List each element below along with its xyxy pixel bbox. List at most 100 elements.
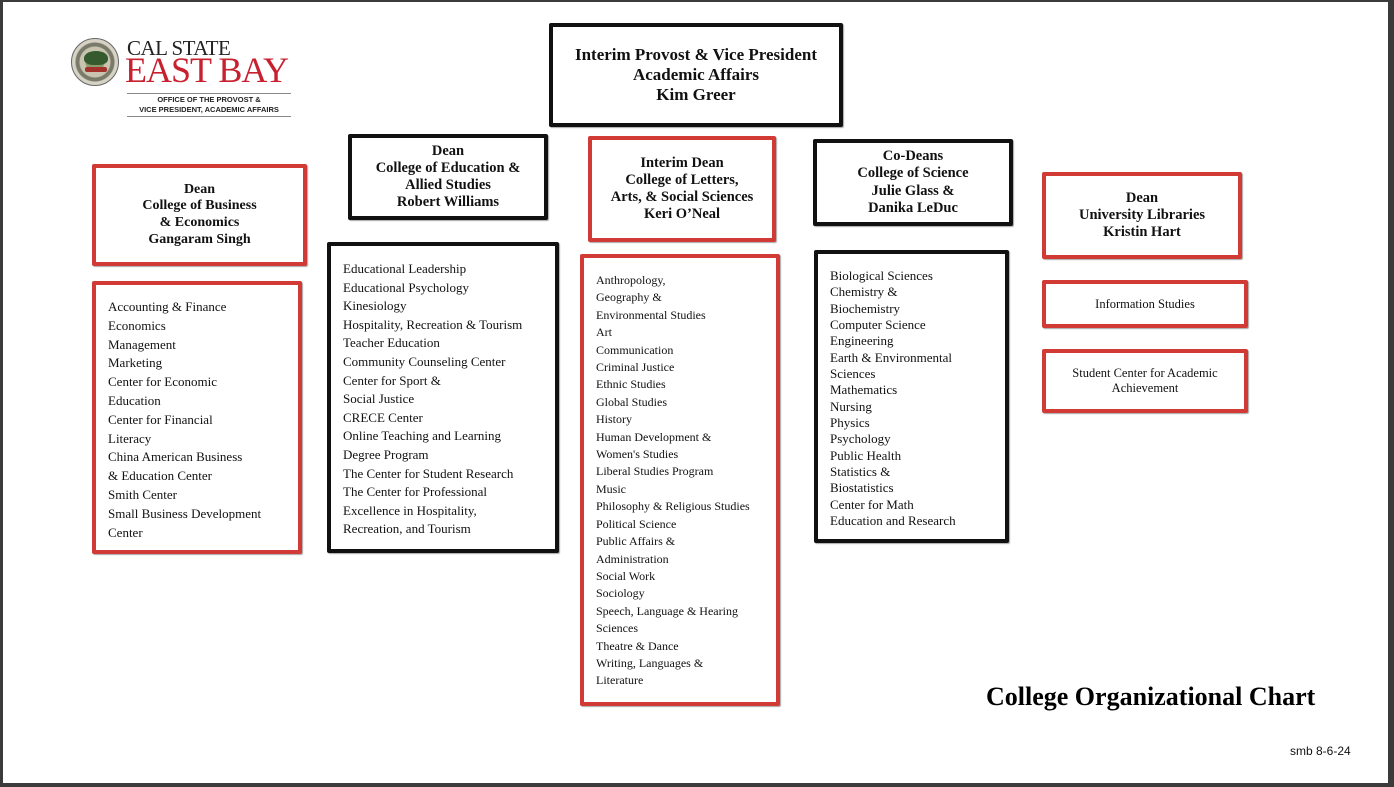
department-item: Writing, Languages &: [596, 655, 704, 670]
department-item: Social Justice: [343, 391, 415, 407]
department-item: Administration: [596, 551, 669, 566]
science-dean-title: Co-Deans: [882, 148, 944, 165]
department-item: Liberal Studies Program: [596, 464, 714, 479]
letters-college-name: College of Letters,: [625, 171, 739, 188]
university-seal-icon: [71, 38, 119, 86]
department-item: Degree Program: [343, 446, 429, 462]
department-item: Philosophy & Religious Studies: [596, 499, 750, 514]
department-item: Public Affairs &: [596, 534, 676, 549]
department-item: Recreation, and Tourism: [343, 521, 471, 537]
letters-dean-name: Keri O’Neal: [643, 206, 721, 223]
provost-office: Academic Affairs: [632, 64, 760, 84]
department-item: Earth & Environmental: [830, 349, 953, 365]
department-item: Center: [108, 524, 143, 540]
libraries-dean-name: Kristin Hart: [1103, 224, 1181, 241]
letters-departments-list: Anthropology, Geography & Environmental St…: [580, 254, 780, 706]
department-item: Communication: [596, 342, 674, 357]
science-college-name: College of Science: [857, 165, 969, 182]
education-dean-title: Dean: [431, 142, 465, 159]
provost-box: Interim Provost & Vice President Academi…: [549, 23, 843, 127]
department-item: Educational Leadership: [343, 261, 467, 276]
provost-title: Interim Provost & Vice President: [574, 44, 818, 64]
department-item: Speech, Language & Hearing: [596, 603, 738, 618]
department-item: Hospitality, Recreation & Tourism: [343, 316, 523, 332]
logo-office-text: OFFICE OF THE PROVOST & VICE PRESIDENT, …: [127, 95, 291, 115]
science-dean-name-2: Danika LeDuc: [868, 199, 958, 216]
business-dean-box: Dean College of Business & Economics Gan…: [92, 164, 307, 266]
student-center-label-1: Student Center for Academic: [1072, 366, 1218, 381]
department-item: China American Business: [108, 449, 243, 465]
department-item: & Education Center: [108, 468, 212, 484]
revision-note: smb 8-6-24: [1290, 744, 1351, 758]
department-item: Physics: [830, 415, 870, 431]
department-item: Theatre & Dance: [596, 638, 679, 653]
seal-banner-icon: [85, 67, 107, 72]
department-item: Educational Psychology: [343, 279, 470, 295]
student-center-label-2: Achievement: [1111, 381, 1179, 395]
department-item: Center for Financial: [108, 411, 213, 427]
education-college-name-2: Allied Studies: [405, 177, 491, 193]
information-studies-box: Information Studies: [1042, 280, 1248, 328]
cal-state-east-bay-logo: CAL STATE EAST BAY OFFICE OF THE PROVOST…: [69, 36, 299, 120]
department-item: Education and Research: [830, 513, 956, 529]
department-item: Biochemistry: [830, 300, 901, 316]
libraries-dean-title: Dean: [1125, 189, 1159, 206]
department-item: Biostatistics: [830, 480, 894, 496]
provost-name: Kim Greer: [656, 85, 736, 105]
department-item: Global Studies: [596, 394, 667, 409]
department-item: Community Counseling Center: [343, 353, 506, 369]
department-item: Marketing: [108, 355, 163, 371]
org-chart-page: CAL STATE EAST BAY OFFICE OF THE PROVOST…: [3, 2, 1388, 783]
libraries-dean-box: Dean University Libraries Kristin Hart: [1042, 172, 1242, 259]
letters-college-name-2: Arts, & Social Sciences: [610, 189, 754, 205]
department-item: Small Business Development: [108, 505, 262, 521]
department-item: Economics: [108, 317, 166, 333]
education-departments-list: Educational Leadership Educational Psycho…: [327, 242, 559, 553]
libraries-unit-name: University Libraries: [1078, 206, 1206, 223]
department-item: Ethnic Studies: [596, 377, 666, 392]
department-item: Political Science: [596, 516, 677, 531]
department-item: Human Development &: [596, 429, 712, 444]
student-center-box: Student Center for Academic Achievement: [1042, 349, 1248, 413]
department-item: Sciences: [596, 621, 638, 636]
department-item: Chemistry &: [830, 284, 898, 300]
department-item: Sciences: [830, 366, 876, 382]
education-dean-name: Robert Williams: [396, 194, 500, 211]
logo-divider-bottom: [127, 116, 291, 117]
department-item: Engineering: [830, 333, 894, 349]
department-item: Excellence in Hospitality,: [343, 502, 477, 518]
department-item: The Center for Professional: [343, 484, 488, 500]
department-item: Management: [108, 336, 176, 352]
logo-office-line-2: VICE PRESIDENT, ACADEMIC AFFAIRS: [139, 105, 279, 114]
science-dean-name-1: Julie Glass &: [871, 182, 955, 199]
department-item: The Center for Student Research: [343, 465, 514, 481]
department-item: Literature: [596, 673, 644, 688]
logo-east-bay: EAST BAY: [125, 50, 289, 90]
department-item: Geography &: [596, 290, 662, 305]
business-college-name: College of Business: [142, 198, 257, 214]
education-dean-box: Dean College of Education & Allied Studi…: [348, 134, 548, 220]
department-item: Social Work: [596, 568, 656, 583]
department-item: Center for Sport &: [343, 372, 441, 388]
department-item: Statistics &: [830, 464, 891, 480]
department-item: Women's Studies: [596, 447, 679, 462]
department-item: Education: [108, 392, 161, 408]
letters-dean-title: Interim Dean: [640, 154, 724, 171]
logo-divider: [127, 93, 291, 94]
seal-tree-icon: [84, 51, 108, 65]
science-departments-list: Biological Sciences Chemistry & Biochemist…: [814, 250, 1009, 543]
business-college-name-2: & Economics: [159, 215, 240, 230]
department-item: Online Teaching and Learning: [343, 428, 502, 444]
department-item: Sociology: [596, 586, 645, 601]
department-item: Computer Science: [830, 317, 926, 333]
department-item: Smith Center: [108, 486, 177, 502]
business-dean-title: Dean: [183, 181, 216, 197]
business-dean-name: Gangaram Singh: [148, 231, 251, 247]
department-item: Psychology: [830, 431, 891, 447]
department-item: Literacy: [108, 430, 152, 446]
department-item: Teacher Education: [343, 335, 440, 351]
department-item: Music: [596, 481, 626, 496]
department-item: CRECE Center: [343, 409, 423, 425]
department-item: Criminal Justice: [596, 360, 675, 375]
department-item: History: [596, 412, 632, 427]
